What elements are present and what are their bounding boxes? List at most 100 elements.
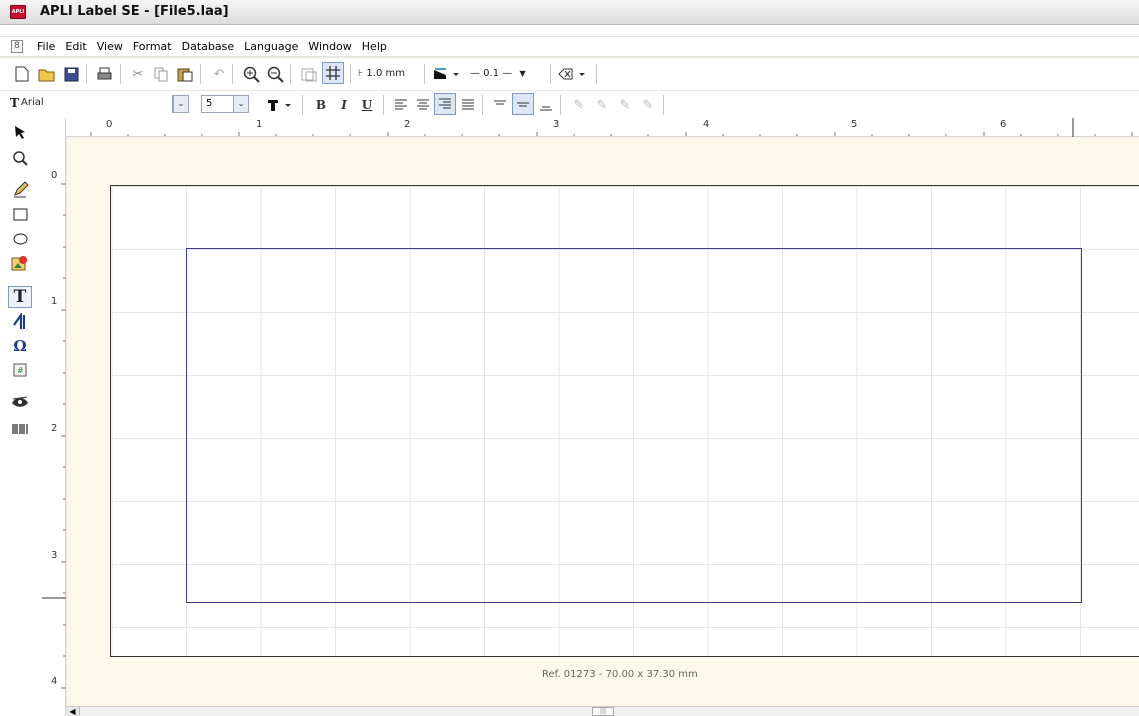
new-file-icon[interactable] [11, 63, 33, 85]
grid-size-icon: ⊦ [358, 68, 364, 79]
save-icon[interactable] [60, 63, 82, 85]
zoom-in-icon[interactable] [240, 63, 262, 85]
horizontal-ruler: 0 1 2 3 4 5 6 [66, 118, 1139, 137]
separator [120, 64, 121, 84]
image-icon[interactable] [8, 252, 32, 274]
chevron-down-icon: ⌄ [173, 96, 188, 112]
text-color-icon[interactable] [266, 94, 296, 116]
separator [383, 95, 384, 115]
font-name-dropdown[interactable]: ⌄ [172, 95, 189, 113]
separator [302, 95, 303, 115]
standard-toolbar: ✂ ↶ ⊦ 1.0 mm — 0.1 — ▼ [0, 58, 1139, 90]
ruler-top-label: 3 [553, 119, 560, 130]
text-effect-2-icon[interactable]: ✎ [591, 94, 613, 116]
pencil-icon[interactable] [8, 178, 32, 200]
font-name-value[interactable]: Arial [21, 97, 44, 108]
valign-top-icon[interactable] [489, 94, 511, 116]
separator [596, 64, 597, 84]
title-bar: APLI APLI Label SE - [File5.laa] [0, 0, 1139, 25]
symbol-icon[interactable]: Ω [8, 335, 32, 357]
font-size-select[interactable]: 5 ⌄ [201, 95, 249, 113]
ruler-top-label: 4 [703, 119, 710, 130]
menu-window[interactable]: Window [308, 40, 356, 53]
page-setup-icon[interactable] [298, 63, 320, 85]
separator [424, 64, 425, 84]
document-icon[interactable]: 8 [11, 40, 23, 53]
paste-icon[interactable] [174, 63, 196, 85]
shape-style-icon[interactable] [556, 63, 590, 85]
ruler-left-label: 2 [51, 423, 58, 434]
app-logo-icon[interactable]: APLI [10, 5, 26, 19]
zoom-tool-icon[interactable] [8, 147, 32, 169]
svg-text:#: # [17, 366, 24, 375]
text-effect-4-icon[interactable]: ✎ [637, 94, 659, 116]
font-type-icon: T [10, 96, 19, 110]
ruler-left-label: 4 [51, 676, 58, 687]
separator [200, 64, 201, 84]
label-boundary[interactable] [186, 248, 1082, 603]
ruler-left-label: 0 [51, 170, 58, 181]
label-sheet[interactable] [110, 185, 1139, 657]
design-canvas[interactable]: Ref. 01273 - 70.00 x 37.30 mm [67, 137, 1139, 710]
menu-database[interactable]: Database [182, 40, 240, 53]
italic-button[interactable]: I [333, 94, 355, 116]
ellipse-icon[interactable] [8, 228, 32, 250]
align-right-icon[interactable] [434, 93, 456, 115]
ruler-top-label: 2 [404, 119, 411, 130]
separator [232, 64, 233, 84]
line-width-select[interactable]: — 0.1 — ▼ [470, 68, 526, 79]
align-center-icon[interactable] [412, 94, 434, 116]
valign-bottom-icon[interactable] [535, 94, 557, 116]
text-effect-1-icon[interactable]: ✎ [568, 94, 590, 116]
barcode-icon[interactable] [8, 418, 32, 440]
label-reference: Ref. 01273 - 70.00 x 37.30 mm [542, 669, 698, 680]
pointer-icon[interactable] [8, 121, 32, 143]
valign-middle-icon[interactable] [512, 93, 534, 115]
undo-icon[interactable]: ↶ [208, 63, 230, 85]
copy-icon[interactable] [150, 63, 172, 85]
menu-edit[interactable]: Edit [65, 40, 91, 53]
align-left-icon[interactable] [390, 94, 412, 116]
align-justify-icon[interactable] [457, 94, 479, 116]
counter-icon[interactable]: # [8, 359, 32, 381]
zoom-out-icon[interactable] [264, 63, 286, 85]
grid-size-label[interactable]: ⊦ 1.0 mm [358, 68, 405, 79]
text-icon[interactable]: T [8, 286, 32, 308]
menu-file[interactable]: File [37, 40, 60, 53]
font-size-value: 5 [206, 98, 213, 109]
grid-toggle-icon[interactable] [322, 62, 344, 84]
separator [86, 64, 87, 84]
grid-size-value: 1.0 mm [366, 68, 405, 79]
separator [560, 95, 561, 115]
menu-help[interactable]: Help [362, 40, 392, 53]
eye-icon[interactable] [8, 390, 32, 412]
curved-text-icon[interactable] [8, 310, 32, 332]
separator [290, 64, 291, 84]
rectangle-icon[interactable] [8, 203, 32, 225]
separator [350, 64, 351, 84]
vertical-ruler: 0 1 2 3 4 [42, 118, 66, 716]
menu-language[interactable]: Language [244, 40, 303, 53]
separator [482, 95, 483, 115]
horizontal-scrollbar[interactable]: ◀ ||| [66, 706, 1139, 716]
menu-items: File Edit View Format Database Language … [37, 40, 397, 53]
underline-button[interactable]: U [356, 94, 378, 116]
ruler-left-label: 3 [51, 550, 58, 561]
fill-color-icon[interactable] [432, 63, 464, 85]
cut-icon[interactable]: ✂ [127, 63, 149, 85]
open-folder-icon[interactable] [36, 63, 58, 85]
scroll-left-icon[interactable]: ◀ [66, 707, 80, 716]
ruler-left-label: 1 [51, 296, 58, 307]
scroll-thumb[interactable]: ||| [592, 707, 614, 716]
separator [550, 64, 551, 84]
text-effect-3-icon[interactable]: ✎ [614, 94, 636, 116]
print-icon[interactable] [93, 63, 115, 85]
bold-button[interactable]: B [310, 94, 332, 116]
menu-view[interactable]: View [97, 40, 128, 53]
ruler-top-label: 0 [106, 119, 113, 130]
ruler-top-label: 5 [851, 119, 858, 130]
tool-palette: T Ω # [0, 118, 42, 716]
menubar-spacer [0, 25, 1139, 36]
menu-format[interactable]: Format [133, 40, 177, 53]
format-toolbar: T Arial ⌄ 5 ⌄ B I U ✎ ✎ ✎ ✎ [0, 90, 1139, 118]
